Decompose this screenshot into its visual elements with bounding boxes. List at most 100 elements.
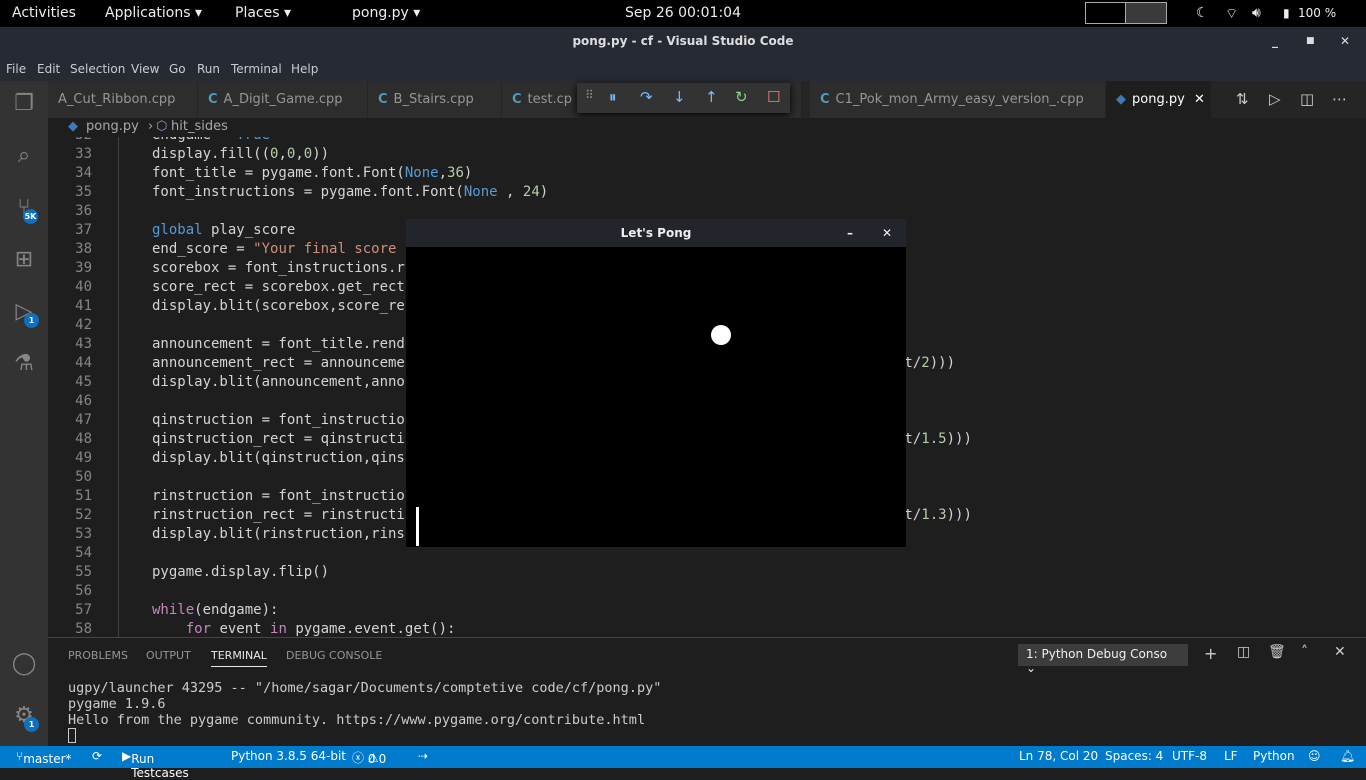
code-token: while xyxy=(152,602,195,618)
python-interpreter[interactable]: Python 3.8.5 64-bit xyxy=(231,749,346,763)
code-token: qinstruction = font_instructio xyxy=(152,412,405,428)
code-token: for xyxy=(185,621,212,637)
tab-a-digit-game[interactable]: C A_Digit_Game.cpp xyxy=(198,81,368,118)
sync-icon[interactable]: ⟳ xyxy=(92,749,102,763)
close-tab-icon[interactable]: ✕ xyxy=(1194,81,1205,118)
menu-selection[interactable]: Selection xyxy=(70,62,125,76)
pause-icon[interactable]: ⏸ xyxy=(609,88,617,106)
step-over-icon[interactable]: ↷ xyxy=(640,88,653,106)
menu-edit[interactable]: Edit xyxy=(37,62,60,76)
live-share-icon[interactable]: ⇢ xyxy=(418,749,428,763)
editor-scrollbar[interactable] xyxy=(1355,220,1366,640)
maximize-panel-icon[interactable]: ˄ xyxy=(1301,644,1308,660)
tab-label: pong.py xyxy=(1132,92,1185,107)
code-line: display.blit(rinstruction,rins xyxy=(152,526,405,542)
source-control-icon[interactable]: ⑂ 5K xyxy=(10,195,38,224)
code-token: ) xyxy=(463,165,473,181)
clock[interactable]: Sep 26 00:01:04 xyxy=(625,5,741,21)
search-icon[interactable]: ⌕ xyxy=(10,143,38,171)
stop-icon[interactable]: ☐ xyxy=(767,88,780,106)
code-token: announcement = font_title.rend xyxy=(152,336,405,352)
code-token: qinstruction_rect = qinstructi xyxy=(152,431,405,447)
accounts-icon[interactable]: ◯ xyxy=(10,651,38,679)
drag-handle-icon[interactable]: ⠿ xyxy=(585,88,594,102)
code-token: None xyxy=(463,184,498,200)
new-terminal-icon[interactable]: + xyxy=(1204,644,1217,663)
menu-go[interactable]: Go xyxy=(169,62,186,76)
split-editor-icon[interactable]: ◫ xyxy=(1300,90,1314,108)
app-menu[interactable]: pong.py ▾ xyxy=(352,5,420,21)
code-token: None xyxy=(404,165,439,181)
language-mode[interactable]: Python xyxy=(1253,749,1295,763)
code-line: display.blit(scorebox,score_re xyxy=(152,298,405,314)
run-testcases-button[interactable]: ▶ Run Testcases xyxy=(122,749,189,780)
workspace-switcher[interactable] xyxy=(1085,2,1167,24)
line-number: 33 xyxy=(75,146,92,162)
feedback-icon[interactable]: ☺ xyxy=(1308,749,1321,763)
menu-help[interactable]: Help xyxy=(291,62,318,76)
terminal-select[interactable]: 1: Python Debug Conso ⌄ xyxy=(1018,644,1188,675)
maximize-button[interactable]: ■ xyxy=(1306,27,1315,56)
code-token: 0 xyxy=(303,146,313,162)
workspace-1[interactable] xyxy=(1086,3,1126,23)
tab-problems[interactable]: PROBLEMS xyxy=(68,649,128,662)
explorer-icon[interactable]: ❐ xyxy=(10,91,38,119)
menu-terminal[interactable]: Terminal xyxy=(231,62,282,76)
places-menu[interactable]: Places ▾ xyxy=(235,5,291,21)
trash-icon[interactable]: 🗑︎ xyxy=(1268,644,1286,660)
step-into-icon[interactable]: ↓ xyxy=(673,88,686,106)
tab-debug-console[interactable]: DEBUG CONSOLE xyxy=(286,649,382,662)
tab-c1-pokemon-army[interactable]: C C1_Pok_mon_Army_easy_version_.cpp xyxy=(810,81,1106,118)
code-token: font_instructions = pygame.font.Font( xyxy=(152,184,464,200)
indentation[interactable]: Spaces: 4 xyxy=(1105,749,1163,763)
activities-button[interactable]: Activities xyxy=(12,5,76,21)
code-token: 24 xyxy=(522,184,540,200)
tab-output[interactable]: OUTPUT xyxy=(146,649,191,662)
encoding[interactable]: UTF-8 xyxy=(1172,749,1207,763)
run-debug-icon[interactable]: ▷ 1 xyxy=(10,299,39,328)
minimize-button[interactable]: _ xyxy=(1272,27,1278,56)
notifications-bell-icon[interactable]: 🔔︎ xyxy=(1340,749,1355,763)
tab-a-cut-ribbon[interactable]: A_Cut_Ribbon.cpp xyxy=(48,81,198,118)
run-file-icon[interactable]: ▷ xyxy=(1269,90,1281,108)
branch-item[interactable]: ⑂ master* xyxy=(16,749,72,766)
status-bar: ⑂ master* ⟳ ▶ Run Testcases Python 3.8.5… xyxy=(0,746,1366,780)
step-out-icon[interactable]: ↑ xyxy=(705,88,718,106)
code-line: display.fill((0,0,0)) xyxy=(152,146,329,162)
code-token: (endgame): xyxy=(194,602,279,618)
code-token: display.fill(( xyxy=(152,146,271,162)
compare-changes-icon[interactable]: ⇅ xyxy=(1236,90,1249,108)
menu-file[interactable]: File xyxy=(6,62,26,76)
settings-gear-icon[interactable]: ⚙ 1 xyxy=(10,703,39,732)
line-number: 54 xyxy=(75,545,92,561)
close-button[interactable]: ✕ xyxy=(1340,27,1350,56)
breadcrumb-symbol[interactable]: hit_sides xyxy=(171,119,228,134)
testing-flask-icon[interactable]: ⚗ xyxy=(10,351,38,379)
split-terminal-icon[interactable]: ◫ xyxy=(1237,644,1250,660)
line-number: 49 xyxy=(75,450,92,466)
code-token: , xyxy=(497,184,523,200)
pong-minimize-button[interactable]: – xyxy=(847,219,853,247)
close-panel-icon[interactable]: ✕ xyxy=(1334,644,1346,660)
applications-menu[interactable]: Applications ▾ xyxy=(105,5,202,21)
line-number: 43 xyxy=(75,336,92,352)
extensions-icon[interactable]: ⊞ xyxy=(10,247,38,275)
tab-terminal[interactable]: TERMINAL xyxy=(211,649,267,667)
more-actions-icon[interactable]: ⋯ xyxy=(1332,90,1347,108)
menu-run[interactable]: Run xyxy=(197,62,220,76)
tab-pong-py[interactable]: ◆ pong.py ✕ xyxy=(1106,81,1212,118)
code-line: end_score = "Your final score xyxy=(152,241,405,257)
battery-percent[interactable]: 100 % xyxy=(1298,6,1336,20)
cursor-position[interactable]: Ln 78, Col 20 xyxy=(1019,749,1098,763)
tab-b-stairs[interactable]: C B_Stairs.cpp xyxy=(368,81,502,118)
terminal-output[interactable]: ugpy/launcher 43295 -- "/home/sagar/Docu… xyxy=(68,680,661,743)
restart-icon[interactable]: ↻ xyxy=(735,88,748,106)
line-number: 38 xyxy=(75,241,92,257)
menu-view[interactable]: View xyxy=(131,62,159,76)
pong-close-button[interactable]: ✕ xyxy=(882,219,892,247)
problems-item[interactable]: ⓧ 0 ⚠ 0 xyxy=(352,749,386,766)
pong-game-window[interactable]: Let's Pong – ✕ xyxy=(406,219,906,547)
python-file-icon: ◆ xyxy=(1116,92,1126,107)
line-ending[interactable]: LF xyxy=(1224,749,1238,763)
breadcrumb-file[interactable]: pong.py xyxy=(86,119,139,134)
